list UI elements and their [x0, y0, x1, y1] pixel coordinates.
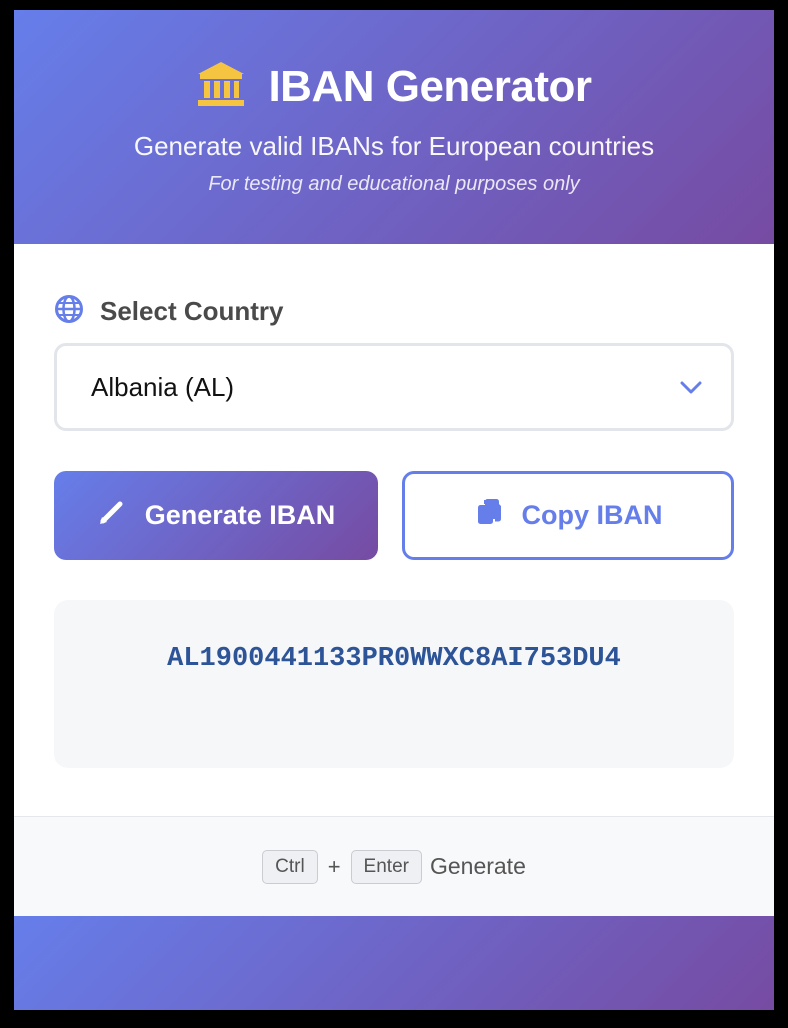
bottom-gradient-band — [14, 916, 774, 1010]
enter-key: Enter — [350, 849, 422, 884]
selected-country: Albania (AL) — [91, 371, 235, 402]
title-row: IBAN Generator — [14, 60, 774, 113]
page-title: IBAN Generator — [268, 61, 592, 111]
ctrl-key: Ctrl — [262, 849, 318, 884]
subtitle: Generate valid IBANs for European countr… — [133, 131, 655, 161]
main-card: Select Country Albania (AL) Generate IBA… — [14, 244, 774, 916]
app-window: IBAN Generator Generate valid IBANs for … — [14, 10, 774, 1010]
copy-icon — [474, 497, 504, 534]
copy-iban-label: Copy IBAN — [521, 500, 663, 530]
disclaimer-note: For testing and educational purposes onl… — [208, 173, 580, 195]
country-label-row: Select Country — [54, 294, 284, 329]
shortcut-footer: Ctrl + Enter Generate — [14, 816, 774, 916]
generate-iban-label: Generate IBAN — [144, 500, 336, 530]
generate-iban-button[interactable]: Generate IBAN — [54, 471, 378, 560]
generated-iban[interactable]: AL1900441133PR0WWXC8AI753DU4 — [54, 644, 734, 674]
iban-result-panel: AL1900441133PR0WWXC8AI753DU4 — [54, 600, 734, 768]
plus-sign: + — [327, 853, 341, 879]
shortcut-action: Generate — [429, 853, 526, 879]
copy-iban-button[interactable]: Copy IBAN — [402, 471, 734, 560]
country-label: Select Country — [100, 296, 284, 326]
country-select[interactable]: Albania (AL) — [54, 343, 734, 431]
chevron-down-icon — [677, 374, 705, 409]
bank-icon — [196, 60, 246, 113]
pencil-icon — [97, 497, 127, 534]
header: IBAN Generator Generate valid IBANs for … — [14, 10, 774, 244]
globe-icon — [54, 294, 84, 329]
